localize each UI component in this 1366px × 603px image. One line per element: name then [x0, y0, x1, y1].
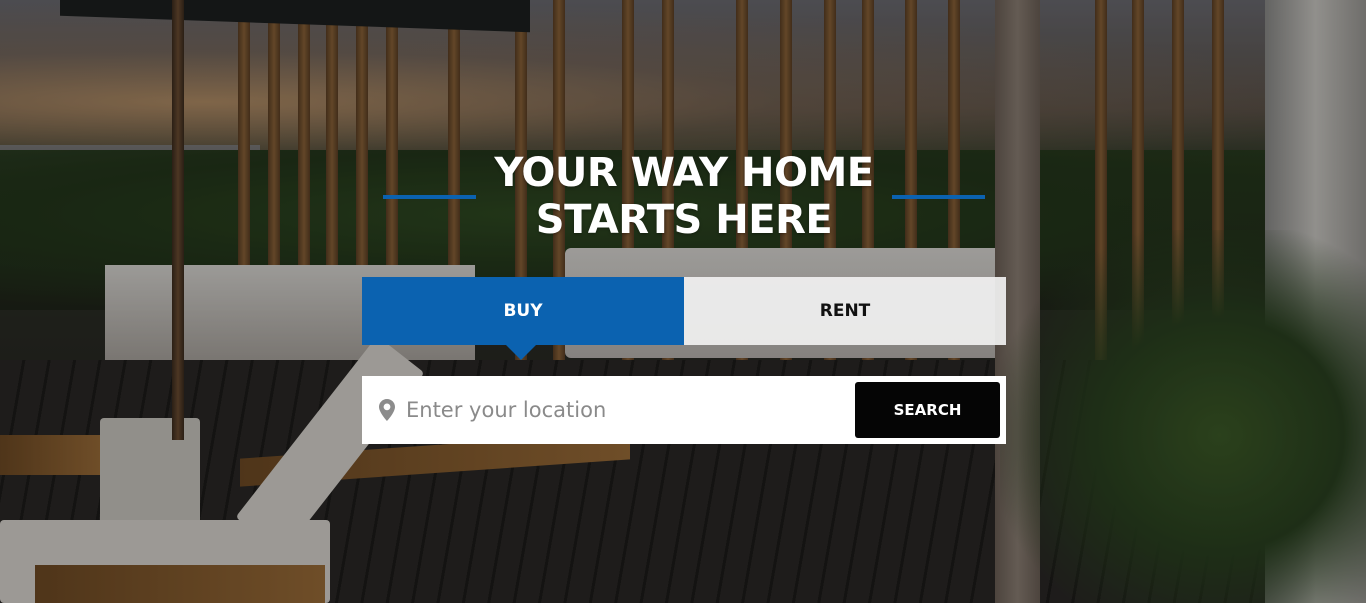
map-pin-icon — [378, 399, 396, 421]
hero-section: YOUR WAY HOME STARTS HERE BUY RENT SEARC… — [0, 0, 1366, 603]
active-tab-pointer — [506, 345, 536, 360]
location-search-bar: SEARCH — [362, 376, 1006, 444]
headline-line-2: STARTS HERE — [535, 197, 833, 243]
listing-type-tabs: BUY RENT — [362, 277, 1006, 360]
hero-headline-group: YOUR WAY HOME STARTS HERE — [383, 150, 985, 246]
hero-headline: YOUR WAY HOME STARTS HERE — [483, 150, 885, 244]
accent-rule-right — [892, 195, 985, 199]
accent-rule-left — [383, 195, 476, 199]
headline-line-1: YOUR WAY HOME — [494, 150, 874, 196]
tab-buy[interactable]: BUY — [362, 277, 684, 360]
tab-rent[interactable]: RENT — [684, 277, 1006, 345]
tab-buy-label: BUY — [503, 301, 543, 321]
location-input[interactable] — [406, 390, 846, 430]
search-button[interactable]: SEARCH — [855, 382, 1000, 438]
tab-rent-label: RENT — [819, 301, 871, 321]
